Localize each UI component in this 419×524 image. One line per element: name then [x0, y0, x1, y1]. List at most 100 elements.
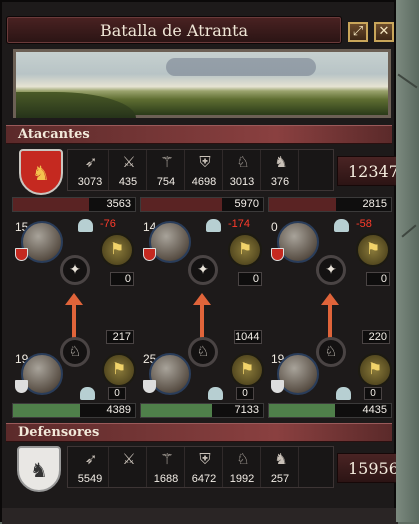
attack-power: 217	[106, 330, 134, 344]
archer-icon: ➶	[84, 153, 98, 171]
light-cavalry-icon: ♘	[236, 450, 250, 468]
defender-troop-fill	[13, 404, 81, 417]
defender-troop-fill	[141, 404, 212, 417]
attacker-troop-bar: 3563	[12, 197, 136, 212]
casualty-delta: -58	[356, 218, 372, 230]
tactic-icon[interactable]: ⚑	[358, 353, 392, 387]
tactic-value: 0	[108, 387, 126, 400]
unit-cell[interactable]: ⚚ 1688	[148, 447, 185, 487]
flank-column: 3563 15 -76 ⚑ ✦ 0 217 ♘ 19 ⚑ 0 4389	[12, 197, 136, 420]
attacker-troop-bar: 2815	[268, 197, 392, 212]
flag-icon	[271, 380, 284, 393]
flank-column: 2815 0 -58 ⚑ ✦ 0 220 ♘ 19 ⚑ 0 4435	[268, 197, 392, 420]
knights-icon: ♞	[274, 153, 288, 171]
defender-troop-count: 4389	[106, 404, 131, 416]
unit-count: 376	[270, 176, 290, 188]
tactic-value: 0	[238, 272, 262, 286]
flag-icon	[15, 380, 28, 393]
knights-icon: ♞	[274, 450, 288, 468]
lion-icon: ♞	[32, 161, 50, 185]
battle-window: Batalla de Atranta ⤢ ✕ Atacantes ♞ ➶ 3073…	[0, 0, 408, 524]
phase-icon: ♘	[60, 337, 90, 367]
map-crack	[401, 224, 417, 238]
tactic-icon[interactable]: ⚑	[100, 233, 134, 267]
unit-count: 4698	[191, 176, 217, 188]
expand-button[interactable]: ⤢	[348, 22, 368, 42]
unit-count: 1992	[229, 473, 255, 485]
unit-count: 3013	[229, 176, 255, 188]
attacker-troop-bar: 5970	[140, 197, 264, 212]
defender-unit-bar: ➶ 5549 ⚔ ⚚ 1688 ⛨ 6472 ♘ 1992 ♞ 257	[67, 446, 334, 488]
archer-icon: ➶	[84, 450, 98, 468]
light-infantry-icon: ⚔	[122, 450, 136, 468]
map-edge	[396, 0, 419, 522]
tactic-value: 0	[110, 272, 134, 286]
tombstone-icon	[334, 219, 349, 232]
heavy-infantry-icon: ⛨	[199, 450, 211, 468]
attacker-unit-bar: ➶ 3073 ⚔ 435 ⚚ 754 ⛨ 4698 ♘ 3013 ♞ 376	[67, 149, 334, 191]
flag-icon	[271, 248, 284, 261]
unit-count: 6472	[191, 473, 217, 485]
phase-icon: ♘	[316, 337, 346, 367]
attacker-coat-of-arms[interactable]: ♞	[19, 149, 63, 195]
tombstone-icon	[78, 219, 93, 232]
unit-cell[interactable]: ➶ 3073	[72, 150, 109, 190]
unit-cell[interactable]: ♞ 376	[262, 150, 299, 190]
light-infantry-icon: ⚔	[122, 153, 136, 171]
attacker-troop-count: 5970	[234, 198, 259, 210]
battlefield-banner	[13, 49, 391, 118]
phase-icon: ✦	[188, 255, 218, 285]
flag-icon	[143, 380, 156, 393]
tombstone-icon	[206, 219, 221, 232]
defender-coat-of-arms[interactable]: ♞	[17, 446, 61, 492]
unit-cell[interactable]: ⛨ 4698	[186, 150, 223, 190]
hill-shape	[16, 92, 136, 118]
unit-count: 5549	[77, 473, 103, 485]
phase-icon: ✦	[316, 255, 346, 285]
unit-cell[interactable]: ⚚ 754	[148, 150, 185, 190]
unit-count: 3073	[77, 176, 103, 188]
unit-cell[interactable]: ♘ 1992	[224, 447, 261, 487]
defender-troop-bar: 4389	[12, 403, 136, 418]
attack-power: 1044	[234, 330, 262, 344]
defender-troop-bar: 4435	[268, 403, 392, 418]
tombstone-icon	[208, 387, 223, 400]
tactic-icon[interactable]: ⚑	[102, 353, 136, 387]
unit-count: 754	[156, 176, 176, 188]
pikemen-icon: ⚚	[160, 153, 174, 171]
phase-icon: ✦	[60, 255, 90, 285]
pikemen-icon: ⚚	[160, 450, 174, 468]
defender-troop-count: 7133	[234, 404, 259, 416]
attacker-troop-count: 2815	[362, 198, 387, 210]
tombstone-icon	[336, 387, 351, 400]
unit-cell[interactable]: ⚔ 435	[110, 150, 147, 190]
wolf-icon: ♞	[30, 458, 48, 482]
unit-cell[interactable]: ⛨ 6472	[186, 447, 223, 487]
attack-power: 220	[362, 330, 390, 344]
tactic-icon[interactable]: ⚑	[228, 233, 262, 267]
tactic-icon[interactable]: ⚑	[230, 353, 264, 387]
unit-cell[interactable]: ⚔	[110, 447, 147, 487]
unit-cell[interactable]: ♞ 257	[262, 447, 299, 487]
attacker-troop-count: 3563	[106, 198, 131, 210]
unit-cell[interactable]: ♘ 3013	[224, 150, 261, 190]
tactic-value: 0	[236, 387, 254, 400]
attacker-troop-fill	[13, 198, 89, 211]
window-title: Batalla de Atranta	[99, 21, 249, 40]
tactic-icon[interactable]: ⚑	[356, 233, 390, 267]
close-button[interactable]: ✕	[374, 22, 394, 42]
unit-cell[interactable]: ➶ 5549	[72, 447, 109, 487]
cloud-shape	[166, 58, 316, 76]
flag-icon	[15, 248, 28, 261]
defenders-section-header: Defensores	[6, 423, 392, 442]
flag-icon	[143, 248, 156, 261]
defender-troop-count: 4435	[362, 404, 387, 416]
tactic-value: 0	[364, 387, 382, 400]
attacker-total-value: 12347	[348, 162, 399, 181]
heavy-infantry-icon: ⛨	[199, 153, 211, 171]
attacker-troop-fill	[141, 198, 222, 211]
commander-level: 0	[271, 220, 278, 234]
casualty-delta: -76	[100, 218, 116, 230]
defender-troop-bar: 7133	[140, 403, 264, 418]
defender-troop-fill	[269, 404, 335, 417]
